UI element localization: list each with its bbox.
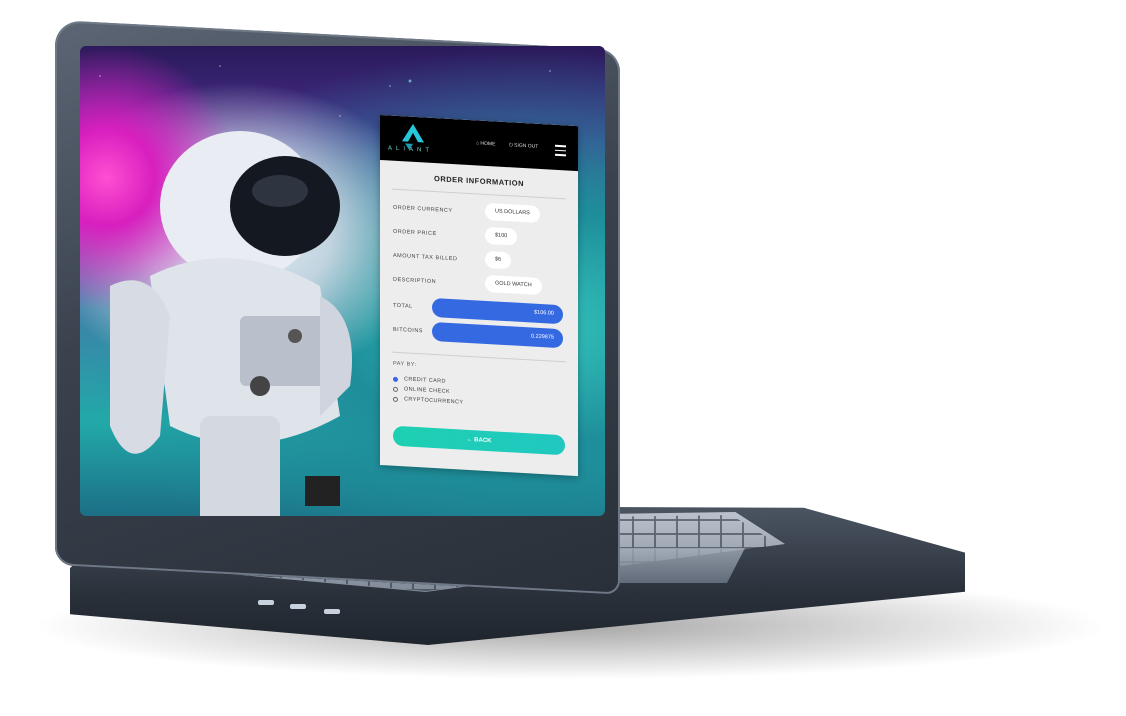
tax-field[interactable]: $6 — [485, 250, 512, 270]
aliant-logo-icon — [402, 123, 424, 150]
signout-link[interactable]: ⏻ SIGN OUT — [509, 142, 545, 150]
signout-link-label: SIGN OUT — [514, 142, 539, 150]
radio-label: CRYPTOCURRENCY — [404, 396, 464, 406]
astronaut-illustration — [110, 131, 352, 516]
home-link-label: HOME — [480, 140, 496, 148]
back-button[interactable]: ← BACK — [393, 425, 565, 456]
order-panel: ALIANT ⌂ HOME ⏻ SIGN OUT ORDER INFORMATI… — [380, 115, 578, 477]
home-link[interactable]: ⌂ HOME — [476, 140, 501, 147]
divider — [392, 351, 566, 363]
radio-empty-icon — [393, 396, 398, 403]
total-label: TOTAL — [393, 302, 413, 310]
menu-icon[interactable] — [555, 144, 566, 159]
page-title: ORDER INFORMATION — [433, 174, 525, 189]
bitcoins-label: BITCOINS — [393, 326, 423, 335]
field-label: ORDER PRICE — [393, 228, 437, 238]
payby-heading: PAY BY: — [393, 360, 417, 369]
divider — [392, 188, 566, 200]
radio-label: ONLINE CHECK — [404, 386, 451, 395]
header-nav: ⌂ HOME ⏻ SIGN OUT — [476, 140, 550, 150]
field-label: DESCRIPTION — [393, 276, 437, 286]
radio-label: CREDIT CARD — [404, 376, 446, 385]
description-field[interactable]: GOLD WATCH — [485, 274, 542, 296]
currency-field[interactable]: US DOLLARS — [485, 202, 540, 223]
radio-empty-icon — [393, 386, 398, 393]
radio-selected-icon — [393, 376, 398, 383]
price-field[interactable]: $100 — [485, 226, 518, 246]
field-label: AMOUNT TAX BILLED — [393, 252, 458, 263]
field-label: ORDER CURRENCY — [393, 204, 453, 215]
